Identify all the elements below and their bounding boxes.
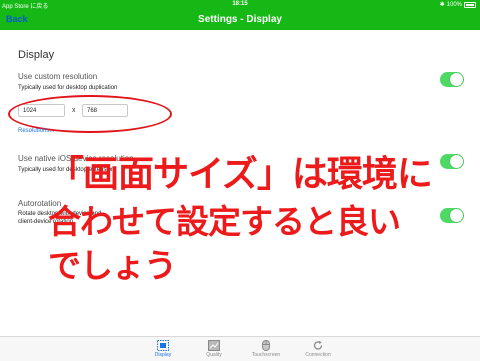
- custom-resolution-toggle[interactable]: [440, 72, 464, 87]
- navigation-bar: Back Settings - Display: [0, 9, 480, 30]
- annotation-line-3: でしょう: [48, 246, 177, 285]
- tab-bar: Display Quality Touchscreen Connection: [0, 336, 480, 361]
- page-title: Settings - Display: [198, 14, 282, 25]
- tab-label: Quality: [206, 352, 222, 358]
- section-title: Display: [18, 49, 55, 61]
- annotation-line-1: 「画面サイズ」は環境に: [48, 154, 433, 195]
- custom-resolution-label: Use custom resolution: [18, 72, 98, 81]
- resolutions-link[interactable]: Resolutions...: [18, 128, 54, 134]
- toggle-knob: [450, 155, 463, 168]
- battery-percent: 100%: [446, 1, 462, 8]
- status-bar: App Store に戻る 18:15 ✱ 100%: [0, 0, 480, 10]
- toggle-knob: [450, 209, 463, 222]
- battery-status: ✱ 100%: [440, 1, 476, 8]
- toggle-knob: [450, 73, 463, 86]
- refresh-icon: [313, 340, 323, 350]
- tab-touchscreen[interactable]: Touchscreen: [236, 337, 296, 361]
- native-resolution-toggle[interactable]: [440, 154, 464, 169]
- tab-label: Connection: [305, 352, 331, 358]
- autorotation-toggle[interactable]: [440, 208, 464, 223]
- mouse-icon: [262, 340, 270, 351]
- tab-connection[interactable]: Connection: [288, 337, 348, 361]
- quality-icon: [208, 340, 220, 351]
- bluetooth-icon: ✱: [439, 2, 445, 8]
- tab-quality[interactable]: Quality: [184, 337, 244, 361]
- tab-label: Touchscreen: [251, 352, 281, 358]
- clock: 18:15: [232, 1, 248, 7]
- annotation-line-2: 合わせて設定すると良い: [48, 202, 401, 241]
- battery-icon: [464, 1, 476, 8]
- custom-resolution-subtitle: Typically used for desktop duplication: [18, 85, 118, 91]
- display-icon: [157, 340, 169, 351]
